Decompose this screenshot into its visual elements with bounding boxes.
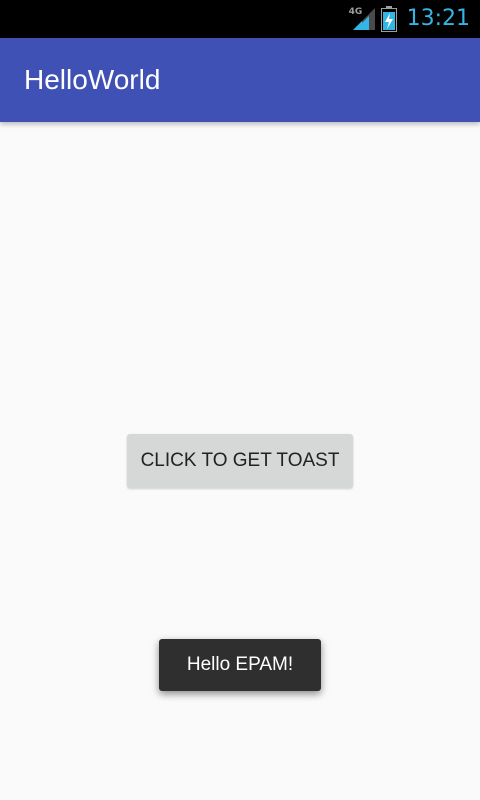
status-icons: 4G 13:21 [349,0,470,38]
app-title: HelloWorld [24,64,161,95]
toast-message: Hello EPAM! [159,639,321,691]
app-bar: HelloWorld [0,38,480,122]
status-bar: 4G 13:21 [0,0,480,38]
clock-time: 13:21 [406,6,470,31]
battery-charging-icon [380,6,397,32]
get-toast-button[interactable]: CLICK TO GET TOAST [127,434,353,488]
network-indicator: 4G [349,6,375,32]
signal-icon [352,8,375,30]
